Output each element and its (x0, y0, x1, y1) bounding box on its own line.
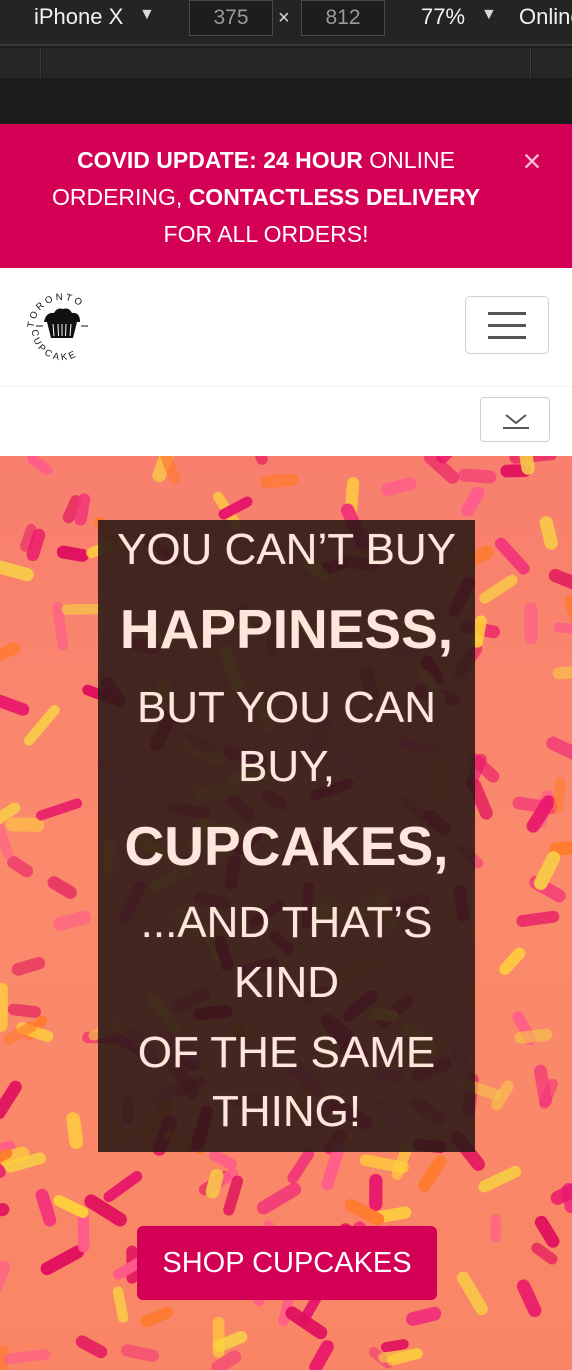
sprinkle (0, 558, 34, 582)
sprinkle (461, 486, 485, 517)
sprinkle (0, 1202, 10, 1221)
sprinkle (0, 738, 2, 781)
sprinkle (120, 1344, 160, 1362)
sprinkle (75, 1335, 108, 1359)
banner-emphasis: CONTACTLESS DELIVERY (188, 184, 481, 210)
dropdown-toggle-button[interactable] (480, 397, 550, 442)
ruler-cell (532, 48, 572, 78)
ruler-cell (0, 48, 41, 78)
sprinkle (516, 910, 560, 927)
device-select[interactable]: iPhone X (34, 4, 123, 30)
hero-quote-line: YOU CAN’T BUY (116, 525, 457, 574)
sprinkle (0, 1260, 11, 1293)
sprinkle (494, 537, 530, 575)
chevron-down-icon (503, 414, 529, 429)
network-throttle-select[interactable]: Online (519, 4, 572, 30)
sprinkle (548, 568, 572, 590)
sprinkle (0, 642, 20, 665)
sprinkle (256, 1182, 302, 1215)
sprinkle (381, 477, 417, 496)
hero-quote-line: KIND (233, 958, 340, 1007)
sprinkle (0, 694, 30, 716)
hero-quote-line: BUY, (237, 742, 336, 791)
sprinkle (140, 1306, 174, 1328)
ruler-cell (42, 48, 531, 78)
sprinkle (103, 1171, 143, 1203)
sprinkle (490, 1213, 502, 1243)
dimension-separator: × (278, 7, 290, 29)
sprinkle (3, 1348, 51, 1365)
sprinkle (406, 1306, 442, 1326)
close-icon[interactable]: × (517, 143, 547, 179)
sprinkle (516, 1279, 542, 1318)
sprinkle (212, 1316, 225, 1358)
hero-quote-line: OF THE SAME (137, 1028, 436, 1077)
sprinkle (553, 622, 572, 637)
device-width-input[interactable]: 375 (189, 0, 273, 36)
shop-cupcakes-button[interactable]: SHOP CUPCAKES (137, 1226, 437, 1300)
cupcake-logo-icon: TORONTO CUPCAKE (26, 292, 88, 363)
banner-emphasis: COVID UPDATE: 24 HOUR (77, 147, 363, 173)
sprinkle (11, 956, 46, 976)
sprinkle (479, 574, 518, 604)
sprinkle (456, 1271, 488, 1316)
sprinkle (0, 982, 8, 1032)
sprinkle (424, 456, 460, 484)
sprinkle (369, 1173, 383, 1211)
hamburger-icon (488, 312, 526, 315)
sprinkle (287, 1148, 315, 1184)
caret-down-icon[interactable]: ▼ (139, 6, 155, 24)
device-height-input[interactable]: 812 (301, 0, 385, 36)
sprinkle (0, 1080, 22, 1120)
hero-quote-line: THING! (211, 1087, 362, 1136)
devtools-ruler-strip (0, 46, 572, 124)
banner-text: FOR ALL ORDERS! (163, 221, 369, 247)
sprinkle (112, 1286, 129, 1323)
hero-quote-line: CUPCAKES, (124, 815, 449, 877)
sprinkle (66, 1112, 84, 1149)
banner-text: ORDERING, (51, 184, 189, 210)
sprinkle (552, 664, 572, 680)
site-logo[interactable]: TORONTO CUPCAKE (24, 288, 100, 364)
sprinkle (7, 1003, 42, 1018)
sprinkle (309, 1340, 334, 1370)
hero-quote-line: ...AND THAT’S (140, 898, 433, 947)
zoom-select[interactable]: 77% (421, 4, 465, 30)
sprinkle (27, 456, 53, 475)
sprinkle (47, 876, 77, 899)
menu-toggle-button[interactable] (465, 296, 549, 354)
sprinkle (56, 545, 89, 562)
sprinkle (539, 516, 558, 550)
sprinkle (458, 468, 497, 484)
covid-banner-text: COVID UPDATE: 24 HOUR ONLINE ORDERING, C… (20, 142, 512, 253)
covid-banner: COVID UPDATE: 24 HOUR ONLINE ORDERING, C… (0, 124, 572, 268)
sprinkle (35, 1188, 57, 1227)
sprinkle (553, 776, 566, 814)
banner-text: ONLINE (362, 147, 455, 173)
sprinkle (546, 736, 572, 766)
sprinkle (35, 798, 83, 821)
sprinkle (247, 456, 268, 465)
hero-quote-line: BUT YOU CAN (136, 683, 437, 732)
devtools-device-toolbar: iPhone X ▼ 375 × 812 77% ▼ Online (0, 0, 572, 44)
sprinkle (499, 947, 526, 976)
sprinkle (524, 602, 538, 645)
sprinkle (53, 1195, 89, 1218)
sprinkle (260, 473, 299, 489)
sprinkle (52, 910, 92, 931)
sprinkle (418, 1155, 447, 1192)
caret-down-icon[interactable]: ▼ (481, 6, 497, 24)
sprinkle (77, 1212, 90, 1253)
hamburger-icon (488, 324, 526, 327)
hero-quote-line: HAPPINESS, (119, 598, 454, 660)
hamburger-icon (488, 336, 526, 339)
